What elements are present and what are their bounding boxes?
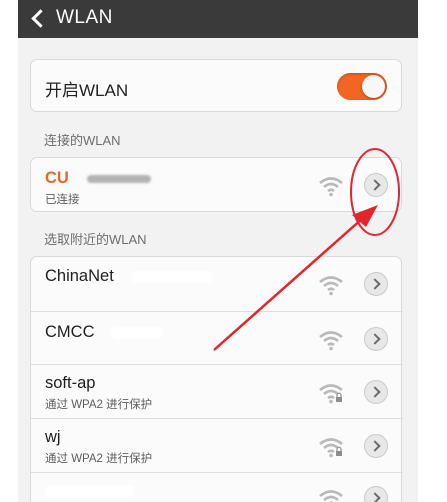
wifi-signal-icon [318,488,344,502]
network-status: 通过 WPA2 进行保护 [45,453,153,465]
network-ssid: CMCC [45,323,95,341]
wifi-lock-icon [318,436,344,458]
chevron-right-icon[interactable] [364,173,388,197]
network-ssid: ChinaNet [45,267,114,285]
chevron-right-icon[interactable] [364,272,388,296]
redaction-mark [131,271,213,283]
chevron-right-icon[interactable] [364,486,388,502]
back-arrow-icon[interactable] [26,6,52,32]
toggle-knob[interactable] [362,75,385,98]
network-row-cmcc[interactable]: CMCC [31,311,403,364]
network-row-cu[interactable]: CU 已连接 [31,158,403,213]
chevron-right-icon[interactable] [364,327,388,351]
wifi-signal-icon [318,274,344,296]
network-row-wj[interactable]: wj 通过 WPA2 进行保护 [31,418,403,472]
network-row-soft-ap[interactable]: soft-ap 通过 WPA2 进行保护 [31,364,403,418]
nearby-networks-card: ChinaNet CMCC soft-ap 通过 WPA2 进行保护 wj 通过… [30,256,403,502]
redaction-mark [87,175,151,183]
nearby-section-title: 选取附近的WLAN [44,232,147,247]
wifi-signal-icon [318,175,344,197]
redaction-mark [111,327,163,339]
network-ssid: wj [45,428,61,446]
network-row-hidden[interactable] [31,472,403,502]
network-ssid: soft-ap [45,374,96,392]
chevron-right-icon[interactable] [364,380,388,404]
wifi-signal-icon [318,329,344,351]
connected-section-title: 连接的WLAN [44,133,121,148]
wlan-toggle-card: 开启WLAN [30,59,402,112]
network-status: 通过 WPA2 进行保护 [45,399,153,411]
connected-network-card: CU 已连接 [30,157,402,212]
chevron-right-icon[interactable] [364,434,388,458]
wlan-settings-screen: WLAN 开启WLAN 连接的WLAN CU 已连接 选取附近的WLAN Chi… [18,0,418,502]
network-row-chinanet[interactable]: ChinaNet [31,257,403,311]
redaction-mark [45,485,135,497]
wifi-lock-icon [318,382,344,404]
network-status: 已连接 [45,194,80,206]
page-title: WLAN [56,7,113,28]
network-ssid: CU [45,169,69,187]
top-bar: WLAN [18,0,418,38]
wlan-toggle-label: 开启WLAN [45,81,129,100]
wlan-toggle-switch[interactable] [337,73,387,100]
